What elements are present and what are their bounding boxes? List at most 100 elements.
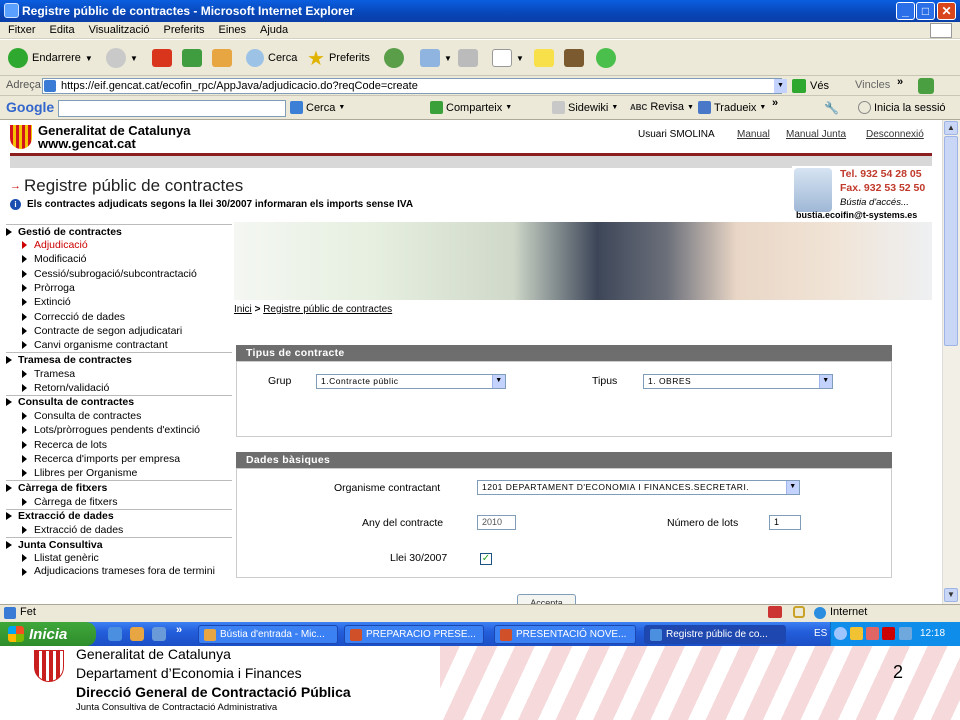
nav-section-extraccio[interactable]: Extracció de dades: [6, 508, 232, 523]
start-button[interactable]: Inicia: [0, 622, 96, 646]
menu-favorites[interactable]: Preferits: [164, 24, 205, 36]
research-button[interactable]: [564, 45, 584, 71]
tray-network-icon[interactable]: [899, 627, 912, 640]
tray-antivirus-icon[interactable]: [882, 627, 895, 640]
task-outlook[interactable]: Bústia d'entrada - Mic...: [198, 625, 338, 644]
nav-item-recerca-lots[interactable]: Recerca de lots: [6, 438, 232, 452]
nav-section-gestio[interactable]: Gestió de contractes: [6, 224, 232, 238]
history-button[interactable]: [384, 45, 404, 71]
nav-item-modificacio[interactable]: Modificació: [6, 252, 232, 266]
quicklaunch-desktop-icon[interactable]: [152, 627, 166, 641]
sidewiki-button[interactable]: Sidewiki ▼: [552, 101, 618, 114]
nav-item-correccio[interactable]: Correcció de dades: [6, 309, 232, 323]
quicklaunch-ie-icon[interactable]: [108, 627, 122, 641]
links-expand-icon[interactable]: »: [897, 76, 903, 88]
task-presentacio[interactable]: PRESENTACIÓ NOVE...: [494, 625, 636, 644]
nav-item-lots-pendents[interactable]: Lots/pròrrogues pendents d'extinció: [6, 423, 232, 437]
back-dropdown-icon[interactable]: ▼: [85, 54, 93, 63]
mail-button[interactable]: ▼: [420, 45, 452, 71]
tray-outlook-icon[interactable]: [850, 627, 863, 640]
close-button[interactable]: ✕: [937, 2, 956, 20]
nav-item-llibres[interactable]: Llibres per Organisme: [6, 466, 232, 480]
address-input[interactable]: https://eif.gencat.cat/ecofin_rpc/AppJav…: [42, 78, 782, 94]
nav-item-adjudicacio[interactable]: Adjudicació: [6, 238, 232, 252]
lots-input[interactable]: 1: [769, 515, 801, 530]
nav-item-llistat[interactable]: Llistat genèric: [6, 551, 232, 565]
tray-security-icon[interactable]: [866, 627, 879, 640]
mail-dropdown-icon[interactable]: ▼: [444, 54, 452, 63]
google-expand-icon[interactable]: »: [772, 97, 778, 109]
popup-blocked-icon[interactable]: [768, 606, 782, 618]
google-search-input[interactable]: [58, 100, 286, 117]
nav-item-extraccio[interactable]: Extracció de dades: [6, 523, 232, 537]
nav-item-fora-termini[interactable]: Adjudicacions trameses fora de termini: [6, 565, 232, 589]
nav-item-recerca-imports[interactable]: Recerca d'imports per empresa: [6, 452, 232, 466]
forward-dropdown-icon[interactable]: ▼: [130, 54, 138, 63]
nav-item-retorn[interactable]: Retorn/validació: [6, 381, 232, 395]
maximize-button[interactable]: □: [916, 2, 935, 20]
scroll-up-icon[interactable]: ▲: [944, 121, 958, 135]
nav-item-prorroga[interactable]: Pròrroga: [6, 281, 232, 295]
language-indicator[interactable]: ES: [814, 628, 827, 639]
go-button[interactable]: Vés: [792, 79, 829, 93]
addon-icon[interactable]: [918, 78, 934, 94]
search-button[interactable]: Cerca: [246, 45, 297, 71]
llei-checkbox[interactable]: ✓: [480, 553, 492, 565]
lock-icon[interactable]: [793, 606, 805, 618]
quicklaunch-outlook-icon[interactable]: [130, 627, 144, 641]
favorites-button[interactable]: ★ Preferits: [307, 45, 370, 71]
nav-section-consulta[interactable]: Consulta de contractes: [6, 394, 232, 409]
menu-view[interactable]: Visualització: [89, 24, 150, 36]
home-button[interactable]: [212, 45, 232, 71]
menu-tools[interactable]: Eines: [219, 24, 247, 36]
scroll-thumb[interactable]: [944, 136, 958, 346]
nav-item-canvi-organisme[interactable]: Canvi organisme contractant: [6, 338, 232, 352]
minimize-button[interactable]: _: [896, 2, 915, 20]
nav-item-segon-adjudicatari[interactable]: Contracte de segon adjudicatari: [6, 324, 232, 338]
address-dropdown-icon[interactable]: ▼: [774, 79, 787, 93]
forward-button[interactable]: ▼: [106, 45, 138, 71]
tipus-select[interactable]: 1. OBRES ▼: [643, 374, 833, 389]
nav-section-tramesa[interactable]: Tramesa de contractes: [6, 352, 232, 366]
google-search-button[interactable]: Cerca ▼: [290, 101, 345, 114]
nav-item-consulta[interactable]: Consulta de contractes: [6, 409, 232, 423]
breadcrumb-current[interactable]: Registre públic de contractes: [263, 304, 392, 315]
refresh-button[interactable]: [182, 45, 202, 71]
menu-edit[interactable]: Edita: [50, 24, 75, 36]
nav-item-extincio[interactable]: Extinció: [6, 295, 232, 309]
messenger-button[interactable]: [596, 45, 616, 71]
tipus-dropdown-icon[interactable]: ▼: [819, 375, 832, 388]
nav-item-carrega[interactable]: Càrrega de fitxers: [6, 494, 232, 508]
task-registre[interactable]: Registre públic de co...: [644, 625, 786, 644]
nav-item-tramesa[interactable]: Tramesa: [6, 366, 232, 380]
tray-help-icon[interactable]: [834, 627, 847, 640]
organisme-select[interactable]: 1201 DEPARTAMENT D'ECONOMIA I FINANCES.S…: [477, 480, 800, 495]
grup-dropdown-icon[interactable]: ▼: [492, 375, 505, 388]
organisme-dropdown-icon[interactable]: ▼: [786, 481, 799, 494]
contact-box[interactable]: Tel. 932 54 28 05 Fax. 932 53 52 50 Búst…: [792, 166, 932, 222]
manual-junta-link[interactable]: Manual Junta: [786, 129, 846, 140]
back-button[interactable]: Endarrere ▼: [8, 45, 93, 71]
nav-section-carrega[interactable]: Càrrega de fitxers: [6, 480, 232, 494]
menu-help[interactable]: Ajuda: [260, 24, 288, 36]
stop-button[interactable]: [152, 45, 172, 71]
any-input[interactable]: 2010: [477, 515, 516, 530]
signin-button[interactable]: Inicia la sessió: [858, 101, 946, 114]
links-label[interactable]: Vincles: [855, 79, 890, 91]
nav-item-cessio[interactable]: Cessió/subrogació/subcontractació: [6, 267, 232, 281]
breadcrumb-home[interactable]: Inici: [234, 304, 252, 315]
share-button[interactable]: Comparteix ▼: [430, 101, 512, 114]
edit-dropdown-icon[interactable]: ▼: [516, 54, 524, 63]
translate-button[interactable]: Tradueix ▼: [698, 101, 766, 114]
manual-link[interactable]: Manual: [737, 129, 770, 140]
logout-link[interactable]: Desconnexió: [866, 129, 924, 140]
notes-button[interactable]: [534, 45, 554, 71]
nav-section-junta[interactable]: Junta Consultiva: [6, 537, 232, 551]
scroll-down-icon[interactable]: ▼: [944, 588, 958, 602]
print-button[interactable]: [458, 45, 478, 71]
menu-file[interactable]: Fitxer: [8, 24, 36, 36]
spellcheck-button[interactable]: ABC Revisa ▼: [630, 101, 694, 113]
grup-select[interactable]: 1.Contracte públic ▼: [316, 374, 506, 389]
task-preparacio[interactable]: PREPARACIO PRESE...: [344, 625, 484, 644]
edit-button[interactable]: ▼: [492, 45, 524, 71]
